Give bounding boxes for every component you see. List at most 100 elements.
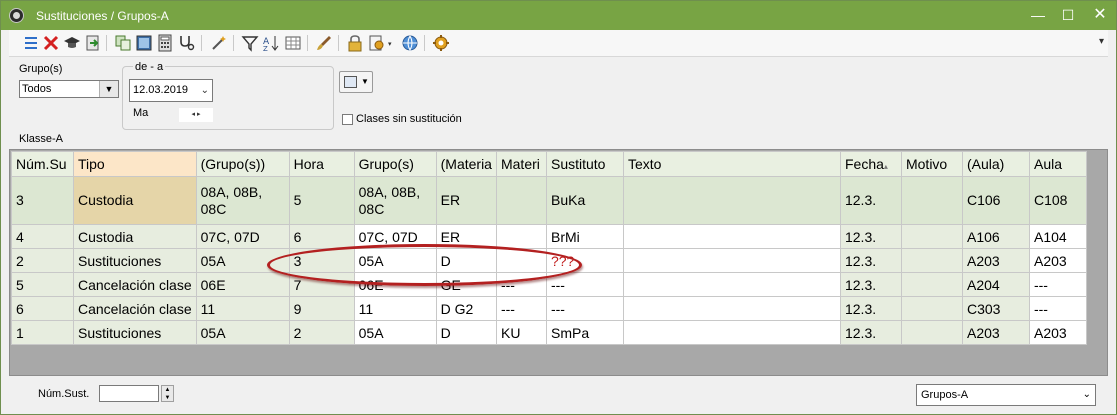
column-header[interactable]: (Grupo(s)) xyxy=(195,151,290,177)
table-row[interactable]: 4 Custodia 07C, 07D 6 07C, 07D ER BrMi 1… xyxy=(11,224,1087,249)
date-range-label: de - a xyxy=(133,61,166,73)
table-cell: 07C, 07D xyxy=(195,224,290,249)
lock-icon[interactable] xyxy=(346,34,364,52)
column-header[interactable]: Grupo(s) xyxy=(353,151,437,177)
column-header[interactable]: (Aula) xyxy=(961,151,1030,177)
table-cell xyxy=(900,272,963,297)
table-cell xyxy=(900,296,963,321)
chevron-down-icon[interactable]: ⌄ xyxy=(1083,385,1091,405)
table-row[interactable]: 1 Sustituciones 05A 2 05A D KU SmPa 12.3… xyxy=(11,320,1087,345)
count-input[interactable] xyxy=(99,385,159,402)
chevron-down-icon[interactable]: ⌄ xyxy=(201,80,209,101)
date-nav-arrows[interactable]: ◂ ▸ xyxy=(179,108,213,122)
column-header[interactable]: Sustituto xyxy=(545,151,624,177)
column-header-date[interactable]: Fecha▴ xyxy=(839,151,902,177)
table-cell: Custodia xyxy=(73,224,197,249)
toolbar: AZ ▾ ▾ xyxy=(9,30,1108,57)
status-bar: Núm.Sust. ▲ ▼ Grupos-A ⌄ xyxy=(9,377,1108,414)
day-label: Ma xyxy=(133,107,149,119)
close-button[interactable]: ✕ xyxy=(1085,5,1115,25)
table-cell: --- xyxy=(495,296,547,321)
unsubstituted-label: Clases sin sustitución xyxy=(356,113,462,125)
filter-icon[interactable] xyxy=(241,34,259,52)
date-picker[interactable]: 12.03.2019 ⌄ xyxy=(129,79,213,102)
highlight-ellipse xyxy=(267,244,582,286)
maximize-button[interactable]: ☐ xyxy=(1053,5,1083,25)
export-icon[interactable] xyxy=(84,34,102,52)
chevron-down-icon[interactable]: ▼ xyxy=(99,81,118,97)
group-view-select[interactable]: Grupos-A ⌄ xyxy=(916,384,1096,406)
table-cell: 12.3. xyxy=(839,320,902,345)
group-select[interactable]: Todos ▼ xyxy=(19,80,119,98)
table-cell: 12.3. xyxy=(839,272,902,297)
table-cell: Sustituciones xyxy=(73,248,197,273)
table-row[interactable]: 3 Custodia 08A, 08B, 08C 5 08A, 08B, 08C… xyxy=(11,176,1087,225)
list-icon[interactable] xyxy=(22,34,40,52)
table-cell xyxy=(900,224,963,249)
settings-dropdown-icon[interactable]: ▾ xyxy=(368,34,396,52)
stethoscope-icon[interactable] xyxy=(177,34,195,52)
brush-icon[interactable] xyxy=(315,34,333,52)
table-row[interactable]: 6 Cancelación clase 11 9 11 D G2 --- ---… xyxy=(11,296,1087,321)
table-cell: BuKa xyxy=(545,176,624,225)
table-cell xyxy=(622,248,841,273)
table-cell: C303 xyxy=(961,296,1030,321)
table-cell xyxy=(900,320,963,345)
table-cell: 11 xyxy=(195,296,290,321)
table-cell: 12.3. xyxy=(839,176,902,225)
gear-icon[interactable] xyxy=(432,34,450,52)
table-cell: A203 xyxy=(1028,248,1087,273)
column-header[interactable]: Materi xyxy=(495,151,547,177)
copy-icon[interactable] xyxy=(114,34,132,52)
table-cell: 08A, 08B, 08C xyxy=(353,176,437,225)
sort-arrow-icon: ▴ xyxy=(883,162,888,171)
table-cell xyxy=(900,176,963,225)
column-header[interactable]: Núm.Su xyxy=(11,151,74,177)
table-cell: 05A xyxy=(195,320,290,345)
table-cell xyxy=(622,320,841,345)
group-label: Grupo(s) xyxy=(19,63,63,75)
table-cell: --- xyxy=(545,296,624,321)
table-cell: BrMi xyxy=(545,224,624,249)
group-view-value: Grupos-A xyxy=(921,389,969,401)
column-header[interactable]: Hora xyxy=(288,151,355,177)
date-value: 12.03.2019 xyxy=(133,84,189,96)
table-cell: A204 xyxy=(961,272,1030,297)
grid-icon[interactable] xyxy=(284,34,302,52)
column-header[interactable]: Aula xyxy=(1028,151,1087,177)
picture-icon[interactable] xyxy=(135,34,153,52)
globe-icon[interactable] xyxy=(401,34,419,52)
column-header[interactable]: Texto xyxy=(622,151,841,177)
column-header[interactable]: Tipo xyxy=(73,151,197,177)
class-label: Klasse-A xyxy=(19,133,64,145)
unsubstituted-checkbox[interactable] xyxy=(342,114,353,125)
table-cell: 4 xyxy=(11,224,74,249)
column-header-label: Fecha xyxy=(844,156,884,172)
title-bar[interactable]: Sustituciones / Grupos-A — ☐ ✕ xyxy=(1,1,1116,30)
svg-text:Z: Z xyxy=(263,45,268,52)
table-cell: 12.3. xyxy=(839,296,902,321)
table-cell: 5 xyxy=(11,272,74,297)
view-mode-button[interactable]: ▼ xyxy=(339,71,373,93)
table-cell: 2 xyxy=(11,248,74,273)
table-cell xyxy=(622,296,841,321)
table-cell: Cancelación clase xyxy=(73,272,197,297)
table-cell: 6 xyxy=(11,296,74,321)
table-cell: SmPa xyxy=(545,320,624,345)
table-cell xyxy=(622,272,841,297)
sort-icon[interactable]: AZ xyxy=(262,34,280,52)
minimize-button[interactable]: — xyxy=(1023,5,1053,25)
table-cell: Cancelación clase xyxy=(73,296,197,321)
column-header[interactable]: Motivo xyxy=(900,151,963,177)
substitutions-window: Sustituciones / Grupos-A — ☐ ✕ A Z ▾ ▾ G… xyxy=(0,0,1117,415)
table-cell: KU xyxy=(495,320,547,345)
table-cell: --- xyxy=(1028,296,1087,321)
table-cell: 11 xyxy=(353,296,437,321)
count-stepper[interactable]: ▲ ▼ xyxy=(161,385,174,402)
graduation-cap-icon[interactable] xyxy=(63,34,81,52)
delete-icon[interactable] xyxy=(42,34,60,52)
toolbar-overflow-button[interactable]: ▾ xyxy=(1099,36,1104,47)
magic-wand-icon[interactable] xyxy=(210,34,228,52)
calculator-icon[interactable] xyxy=(156,34,174,52)
column-header[interactable]: (Materia xyxy=(435,151,497,177)
